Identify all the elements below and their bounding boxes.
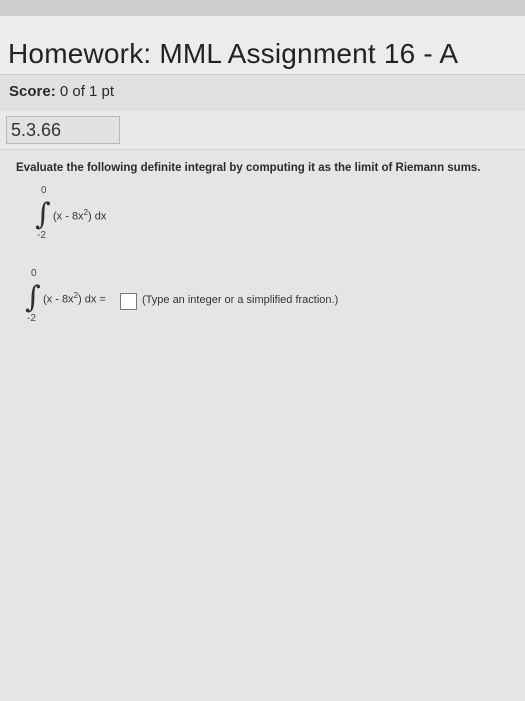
equals-sign: = (96, 293, 106, 306)
question-prompt: Evaluate the following definite integral… (16, 162, 481, 174)
integral-upper-limit: 0 (41, 185, 47, 196)
answer-hint: (Type an integer or a simplified fractio… (142, 294, 339, 306)
question-content: Evaluate the following definite integral… (0, 149, 525, 701)
answer-input[interactable] (120, 293, 137, 310)
browser-top-bar (0, 0, 525, 17)
integrand-main: (x - 8x (53, 210, 84, 223)
integral-sign-icon-2: ∫ (25, 280, 41, 315)
score-bar: Score: 0 of 1 pt (0, 74, 525, 112)
page-title: Homework: MML Assignment 16 - A (8, 38, 459, 69)
score-display: Score: 0 of 1 pt (9, 83, 114, 100)
question-number: 5.3.66 (11, 120, 62, 140)
score-label: Score: (9, 83, 56, 100)
integrand: (x - 8x2) dx (53, 208, 106, 223)
integrand-close: ) dx (88, 210, 107, 223)
integral-upper-limit-2: 0 (31, 268, 37, 279)
integrand-main-2: (x - 8x (43, 293, 74, 306)
integral-lower-limit-2: -2 (27, 313, 36, 324)
question-number-bar: 5.3.66 (0, 111, 525, 149)
question-number-box: 5.3.66 (6, 116, 120, 144)
integral-sign-icon: ∫ (35, 197, 51, 232)
integrand-close-2: ) dx (78, 293, 97, 306)
integrand-2: (x - 8x2) dx = (43, 291, 106, 306)
integral-lower-limit: -2 (37, 230, 46, 241)
page-header: Homework: MML Assignment 16 - A (0, 16, 525, 74)
score-value: 0 of 1 pt (59, 83, 115, 100)
